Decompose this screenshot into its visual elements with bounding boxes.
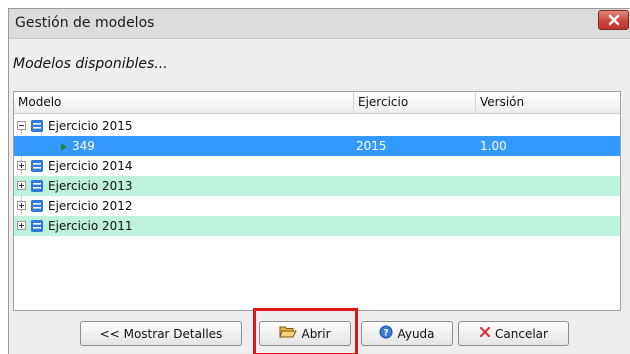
tree-row[interactable]: Ejercicio 2013 — [14, 176, 620, 196]
show-details-button[interactable]: << Mostrar Detalles — [80, 321, 242, 346]
tree-row[interactable]: Ejercicio 2015 — [14, 116, 620, 136]
expand-icon[interactable] — [17, 161, 26, 170]
tree-row-label: Ejercicio 2011 — [48, 219, 133, 233]
database-icon — [30, 219, 44, 236]
column-header-ejercicio[interactable]: Ejercicio — [354, 92, 476, 113]
svg-text:?: ? — [384, 329, 389, 339]
database-icon — [30, 159, 44, 176]
subtitle-label: Modelos disponibles... — [13, 56, 168, 72]
tree-row-label: Ejercicio 2013 — [48, 179, 133, 193]
expand-icon[interactable] — [17, 201, 26, 210]
help-icon: ? — [379, 325, 393, 342]
tree-row[interactable]: Ejercicio 2011 — [14, 216, 620, 236]
models-dialog: Gestión de modelos Modelos disponibles..… — [8, 8, 630, 354]
triangle-right-icon — [60, 141, 68, 155]
expand-icon[interactable] — [17, 181, 26, 190]
show-details-label: << Mostrar Detalles — [99, 326, 223, 341]
help-label: Ayuda — [397, 326, 435, 341]
tree-row-selected[interactable]: 349 2015 1.00 — [14, 136, 620, 156]
cancel-button[interactable]: Cancelar — [458, 321, 569, 346]
database-icon — [30, 179, 44, 196]
tree-row-label: 349 — [72, 139, 95, 153]
expand-icon[interactable] — [17, 221, 26, 230]
tree-row[interactable]: Ejercicio 2014 — [14, 156, 620, 176]
dialog-title: Gestión de modelos — [15, 15, 155, 31]
close-icon — [607, 13, 621, 27]
tree-row-label: Ejercicio 2014 — [48, 159, 133, 173]
cancel-x-icon — [479, 326, 491, 341]
database-icon — [30, 119, 44, 136]
close-button[interactable] — [598, 10, 629, 30]
grid-header: Modelo Ejercicio Versión — [14, 92, 620, 114]
tree-row-version: 1.00 — [480, 139, 507, 153]
collapse-icon[interactable] — [17, 121, 26, 130]
column-header-modelo[interactable]: Modelo — [14, 92, 354, 113]
help-button[interactable]: ? Ayuda — [361, 321, 453, 346]
tree-row-label: Ejercicio 2012 — [48, 199, 133, 213]
open-button-highlight — [253, 308, 358, 354]
database-icon — [30, 199, 44, 216]
cancel-label: Cancelar — [495, 326, 548, 341]
column-header-version[interactable]: Versión — [476, 92, 620, 113]
models-tree-grid[interactable]: Modelo Ejercicio Versión Ejercicio 2015 — [13, 91, 621, 311]
tree-row[interactable]: Ejercicio 2012 — [14, 196, 620, 216]
tree-row-label: Ejercicio 2015 — [48, 119, 133, 133]
tree-row-ejercicio: 2015 — [356, 139, 387, 153]
title-bar: Gestión de modelos — [9, 9, 630, 39]
